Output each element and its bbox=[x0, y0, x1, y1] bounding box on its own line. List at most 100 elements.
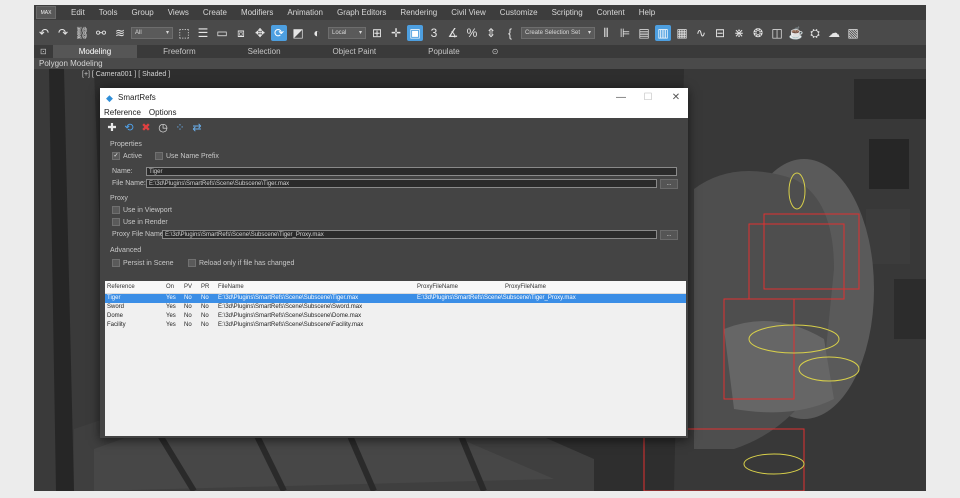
swap-icon[interactable]: ⇄ bbox=[191, 123, 203, 135]
align-icon[interactable]: ⊫ bbox=[617, 25, 633, 41]
select-object-icon[interactable]: ⬚ bbox=[176, 25, 192, 41]
column-pv[interactable]: PV bbox=[184, 281, 192, 293]
spinner-snap-icon[interactable]: ⇕ bbox=[483, 25, 499, 41]
render-iterative-icon[interactable]: ⛭ bbox=[807, 25, 823, 41]
table-row[interactable]: Tiger Yes No No E:\3d\Plugins\SmartRefs\… bbox=[105, 294, 686, 303]
select-manipulate-icon[interactable]: ✛ bbox=[388, 25, 404, 41]
ribbon-panel-label[interactable]: Polygon Modeling bbox=[34, 58, 926, 69]
render-setup-icon[interactable]: ❂ bbox=[750, 25, 766, 41]
use-in-viewport-checkbox[interactable]: Use in Viewport bbox=[112, 206, 172, 214]
close-icon[interactable]: ✕ bbox=[669, 91, 683, 103]
use-name-prefix-checkbox[interactable]: Use Name Prefix bbox=[155, 152, 219, 160]
material-editor-icon[interactable]: ⋇ bbox=[731, 25, 747, 41]
rotate-icon[interactable]: ⟳ bbox=[271, 24, 287, 41]
column-filename[interactable]: FileName bbox=[218, 281, 244, 293]
max-logo-icon[interactable]: MAX bbox=[36, 6, 56, 19]
column-reference[interactable]: Reference bbox=[107, 281, 135, 293]
tab-object-paint[interactable]: Object Paint bbox=[307, 47, 403, 56]
tab-modeling[interactable]: Modeling bbox=[52, 45, 138, 58]
menu-reference[interactable]: Reference bbox=[100, 108, 145, 117]
active-checkbox[interactable]: ✓ Active bbox=[112, 152, 142, 160]
select-by-name-icon[interactable]: ☰ bbox=[195, 25, 211, 41]
table-row[interactable]: Dome Yes No No E:\3d\Plugins\SmartRefs\S… bbox=[105, 312, 686, 321]
ribbon-options-icon[interactable]: ⊙ bbox=[486, 47, 505, 56]
redo-icon[interactable]: ↷ bbox=[55, 25, 71, 41]
unlink-icon[interactable]: ⚯ bbox=[93, 25, 109, 41]
select-nodes-icon[interactable]: ⁘ bbox=[174, 123, 186, 135]
minimize-icon[interactable]: — bbox=[614, 91, 628, 103]
refresh-icon[interactable]: ⟲ bbox=[123, 123, 135, 135]
menu-tools[interactable]: Tools bbox=[92, 8, 125, 17]
rendered-frame-window-icon[interactable]: ◫ bbox=[769, 25, 785, 41]
column-on[interactable]: On bbox=[166, 281, 174, 293]
history-icon[interactable]: ◷ bbox=[157, 123, 169, 135]
mirror-icon[interactable]: ⫴ bbox=[598, 25, 614, 41]
link-icon[interactable]: ⛓ bbox=[74, 25, 90, 41]
undo-icon[interactable]: ↶ bbox=[36, 25, 52, 41]
cell-on: Yes bbox=[166, 313, 176, 319]
window-crossing-icon[interactable]: ⧈ bbox=[233, 25, 249, 41]
cell-filename: E:\3d\Plugins\SmartRefs\Scene\Subscene\T… bbox=[218, 295, 359, 301]
toggle-ribbon-icon[interactable]: ▦ bbox=[674, 25, 690, 41]
move-icon[interactable]: ✥ bbox=[252, 25, 268, 41]
maximize-icon[interactable]: ☐ bbox=[641, 91, 655, 103]
keyboard-shortcut-override-icon[interactable]: ▣ bbox=[407, 24, 423, 41]
snap-toggle-icon[interactable]: 3 bbox=[426, 25, 442, 41]
ribbon-collapse-icon[interactable]: ⊡ bbox=[34, 47, 53, 56]
column-pr[interactable]: PR bbox=[201, 281, 209, 293]
menu-civil-view[interactable]: Civil View bbox=[444, 8, 493, 17]
menu-modifiers[interactable]: Modifiers bbox=[234, 8, 280, 17]
file-name-field[interactable]: E:\3d\Plugins\SmartRefs\Scene\Subscene\T… bbox=[146, 179, 657, 188]
tab-freeform[interactable]: Freeform bbox=[137, 47, 221, 56]
place-icon[interactable]: ◐ bbox=[309, 25, 325, 41]
menu-edit[interactable]: Edit bbox=[64, 8, 92, 17]
menu-rendering[interactable]: Rendering bbox=[393, 8, 444, 17]
add-icon[interactable]: ✚ bbox=[106, 123, 118, 135]
scale-icon[interactable]: ◩ bbox=[290, 25, 306, 41]
menu-scripting[interactable]: Scripting bbox=[545, 8, 590, 17]
proxy-file-name-field[interactable]: E:\3d\Plugins\SmartRefs\Scene\Subscene\T… bbox=[162, 230, 657, 239]
selection-filter-dropdown[interactable]: All ▾ bbox=[131, 26, 173, 39]
toggle-layer-explorer-icon[interactable]: ▥ bbox=[655, 24, 671, 41]
reload-if-changed-checkbox[interactable]: Reload only if file has changed bbox=[188, 259, 294, 267]
render-production-icon[interactable]: ☕ bbox=[788, 25, 804, 41]
edit-named-selection-icon[interactable]: { bbox=[502, 25, 518, 41]
toggle-scene-explorer-icon[interactable]: ▤ bbox=[636, 25, 652, 41]
column-proxyfilename[interactable]: ProxyFileName bbox=[417, 281, 458, 293]
menu-customize[interactable]: Customize bbox=[493, 8, 545, 17]
reference-coord-value: Local bbox=[332, 29, 347, 36]
dialog-titlebar[interactable]: ◆ SmartRefs — ☐ ✕ bbox=[100, 88, 688, 107]
percent-snap-icon[interactable]: % bbox=[464, 25, 480, 41]
table-row[interactable]: Facility Yes No No E:\3d\Plugins\SmartRe… bbox=[105, 321, 686, 330]
named-selection-set-dropdown[interactable]: Create Selection Set ▾ bbox=[521, 26, 595, 39]
curve-editor-icon[interactable]: ∿ bbox=[693, 25, 709, 41]
rect-selection-icon[interactable]: ▭ bbox=[214, 25, 230, 41]
viewport-label[interactable]: [+] [ Camera001 ] [ Shaded ] bbox=[82, 71, 170, 78]
schematic-view-icon[interactable]: ⊟ bbox=[712, 25, 728, 41]
bind-space-warp-icon[interactable]: ≋ bbox=[112, 25, 128, 41]
table-row[interactable]: Sword Yes No No E:\3d\Plugins\SmartRefs\… bbox=[105, 303, 686, 312]
tab-populate[interactable]: Populate bbox=[402, 47, 486, 56]
menu-create[interactable]: Create bbox=[196, 8, 234, 17]
menu-group[interactable]: Group bbox=[124, 8, 160, 17]
delete-icon[interactable]: ✖ bbox=[140, 123, 152, 135]
file-browse-button[interactable]: ... bbox=[660, 179, 678, 189]
menu-content[interactable]: Content bbox=[590, 8, 632, 17]
proxy-browse-button[interactable]: ... bbox=[660, 230, 678, 240]
references-table[interactable]: Reference On PV PR FileName ProxyFileNam… bbox=[105, 281, 686, 436]
a360-gallery-icon[interactable]: ▧ bbox=[845, 25, 861, 41]
menu-animation[interactable]: Animation bbox=[280, 8, 330, 17]
use-in-render-checkbox[interactable]: Use in Render bbox=[112, 218, 168, 226]
render-cloud-icon[interactable]: ☁ bbox=[826, 25, 842, 41]
tab-selection[interactable]: Selection bbox=[222, 47, 307, 56]
menu-views[interactable]: Views bbox=[161, 8, 196, 17]
menu-help[interactable]: Help bbox=[632, 8, 662, 17]
angle-snap-icon[interactable]: ∡ bbox=[445, 25, 461, 41]
menu-options[interactable]: Options bbox=[145, 108, 181, 117]
persist-in-scene-checkbox[interactable]: Persist in Scene bbox=[112, 259, 174, 267]
name-field[interactable]: Tiger bbox=[146, 167, 677, 176]
reference-coord-dropdown[interactable]: Local ▾ bbox=[328, 26, 366, 39]
menu-graph-editors[interactable]: Graph Editors bbox=[330, 8, 393, 17]
pivot-center-icon[interactable]: ⊞ bbox=[369, 25, 385, 41]
column-proxyfilename-2[interactable]: ProxyFileName bbox=[505, 281, 546, 293]
